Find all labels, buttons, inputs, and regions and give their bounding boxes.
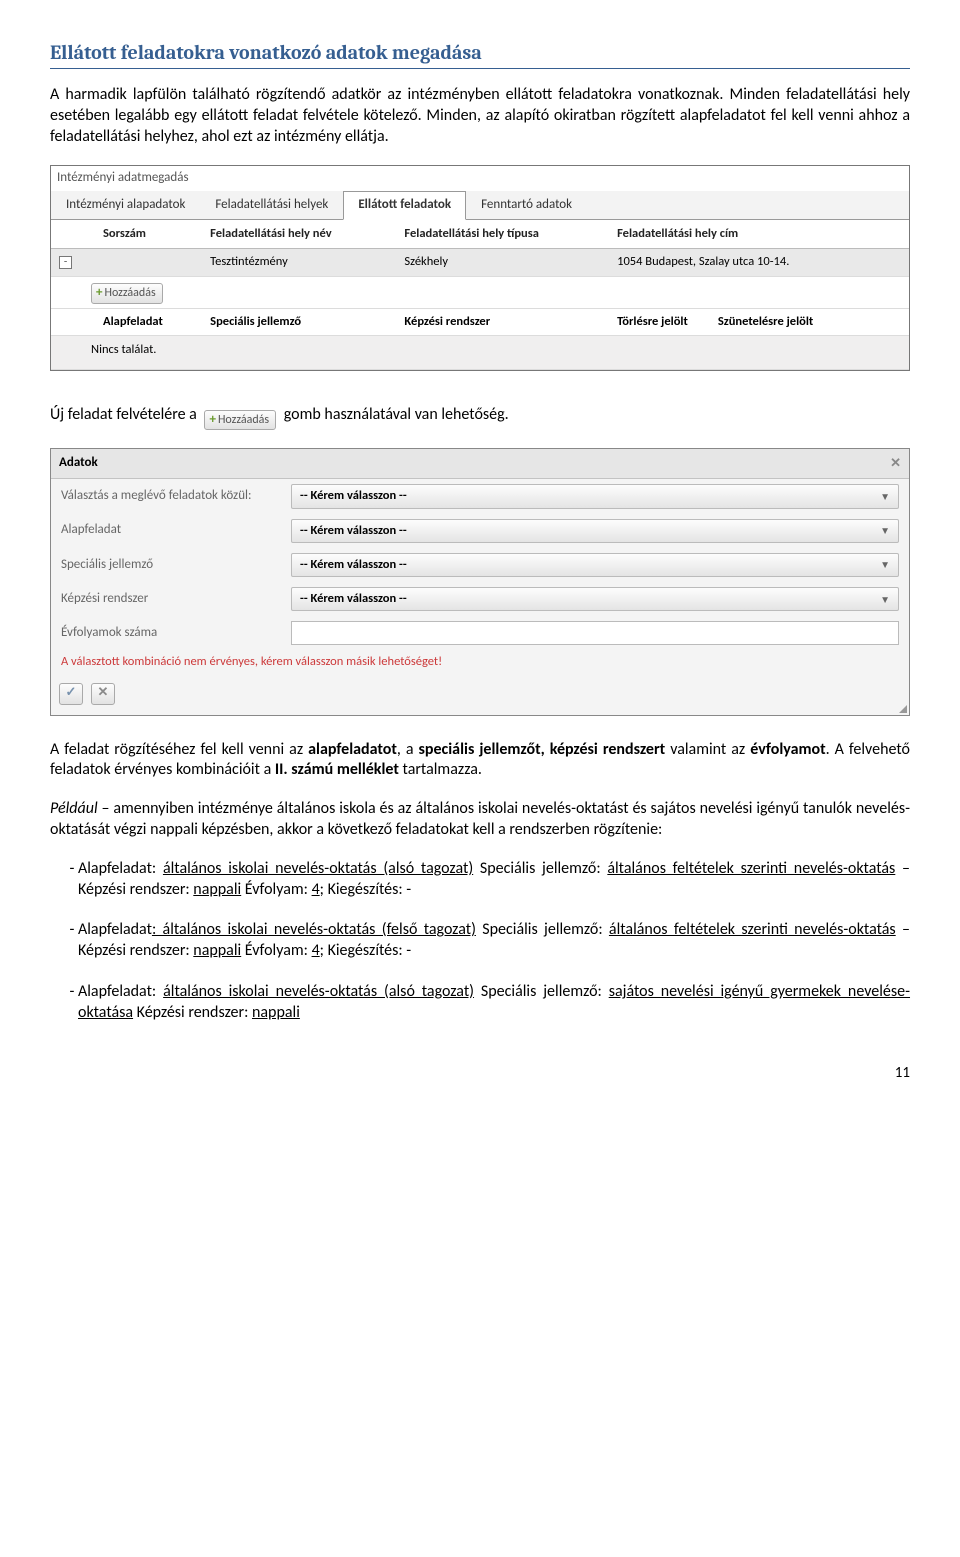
select-value: -- Kérem válasszon -- — [300, 557, 407, 573]
breadcrumb: Intézményi adatmegadás — [51, 166, 909, 191]
label-kepzesi: Képzési rendszer — [61, 591, 291, 608]
row-collapse-icon[interactable]: - — [59, 256, 72, 269]
ok-button[interactable]: ✓ — [59, 683, 83, 705]
plus-icon: + — [209, 412, 215, 427]
paragraph-3: A feladat rögzítéséhez fel kell venni az… — [50, 740, 910, 782]
list-item: Alapfeladat: általános iskolai nevelés-o… — [78, 920, 910, 962]
check-icon: ✓ — [66, 685, 77, 702]
label-valasztas: Választás a meglévő feladatok közül: — [61, 488, 291, 505]
subcol-szunetelesre: Szünetelésre jelölt — [718, 314, 813, 330]
list-item: Alapfeladat: általános iskolai nevelés-o… — [78, 859, 910, 901]
x-icon: ✕ — [98, 685, 109, 702]
tab-feladatellatasi-helyek[interactable]: Feladatellátási helyek — [200, 191, 343, 220]
tab-bar: Intézményi alapadatok Feladatellátási he… — [51, 191, 909, 220]
select-valasztas[interactable]: -- Kérem válasszon -- ▼ — [291, 484, 899, 508]
cell-sorszam — [95, 249, 202, 276]
tab-intezmenyi-alapadatok[interactable]: Intézményi alapadatok — [51, 191, 200, 220]
list-item: Alapfeladat: általános iskolai nevelés-o… — [78, 982, 910, 1024]
error-message: A választott kombináció nem érvényes, ké… — [51, 650, 909, 678]
select-kepzesi[interactable]: -- Kérem válasszon -- ▼ — [291, 587, 899, 611]
select-value: -- Kérem válasszon -- — [300, 488, 407, 504]
tabs-screenshot: Intézményi adatmegadás Intézményi alapad… — [50, 165, 910, 370]
col-hely-cim: Feladatellátási hely cím — [609, 220, 909, 249]
select-value: -- Kérem válasszon -- — [300, 591, 407, 607]
sentence-2a: Új feladat felvételére a — [50, 405, 200, 424]
section-heading: Ellátott feladatokra vonatkozó adatok me… — [50, 40, 910, 69]
input-evfolyamok[interactable] — [291, 621, 899, 645]
paragraph-4: Például – amennyiben intézménye általáno… — [50, 799, 910, 841]
inline-add-button[interactable]: +Hozzáadás — [204, 410, 276, 431]
cell-tipus: Székhely — [396, 249, 609, 276]
label-specialis: Speciális jellemző — [61, 557, 291, 574]
subcol-kepzesi: Képzési rendszer — [396, 308, 609, 336]
table-row: - Tesztintézmény Székhely 1054 Budapest,… — [51, 249, 909, 276]
add-button-label: Hozzáadás — [104, 286, 155, 300]
adatok-dialog: Adatok ✕ Választás a meglévő feladatok k… — [50, 448, 910, 715]
cell-cim: 1054 Budapest, Szalay utca 10-14. — [609, 249, 909, 276]
tab-fenntarto-adatok[interactable]: Fenntartó adatok — [466, 191, 587, 220]
cancel-button[interactable]: ✕ — [91, 683, 115, 705]
subcol-alapfeladat: Alapfeladat — [95, 308, 202, 336]
col-hely-nev: Feladatellátási hely név — [202, 220, 396, 249]
chevron-down-icon: ▼ — [880, 490, 890, 503]
col-hely-tipusa: Feladatellátási hely típusa — [396, 220, 609, 249]
paragraph-2: Új feladat felvételére a +Hozzáadás gomb… — [50, 405, 910, 431]
select-value: -- Kérem válasszon -- — [300, 523, 407, 539]
add-button[interactable]: +Hozzáadás — [91, 283, 163, 304]
places-table: Sorszám Feladatellátási hely név Feladat… — [51, 220, 909, 369]
inline-add-label: Hozzáadás — [218, 413, 269, 427]
subcol-specialis: Speciális jellemző — [202, 308, 396, 336]
subcol-torlesre: Törlésre jelölt — [617, 314, 688, 330]
cell-nev: Tesztintézmény — [202, 249, 396, 276]
col-sorszam: Sorszám — [95, 220, 202, 249]
select-alapfeladat[interactable]: -- Kérem válasszon -- ▼ — [291, 519, 899, 543]
chevron-down-icon: ▼ — [880, 593, 890, 606]
plus-icon: + — [96, 285, 102, 300]
label-alapfeladat: Alapfeladat — [61, 522, 291, 539]
sentence-2b: gomb használatával van lehetőség. — [284, 405, 509, 424]
dialog-title: Adatok — [59, 455, 98, 472]
chevron-down-icon: ▼ — [880, 558, 890, 571]
resize-handle-icon[interactable] — [899, 705, 907, 713]
tab-ellatott-feladatok[interactable]: Ellátott feladatok — [343, 191, 466, 220]
page-number: 11 — [50, 1064, 910, 1084]
label-evfolyamok: Évfolyamok száma — [61, 625, 291, 642]
close-icon[interactable]: ✕ — [890, 455, 901, 472]
select-specialis[interactable]: -- Kérem válasszon -- ▼ — [291, 553, 899, 577]
paragraph-1: A harmadik lapfülön található rögzítendő… — [50, 85, 910, 147]
example-list: Alapfeladat: általános iskolai nevelés-o… — [78, 859, 910, 1024]
empty-result: Nincs találat. — [51, 336, 909, 369]
chevron-down-icon: ▼ — [880, 524, 890, 537]
